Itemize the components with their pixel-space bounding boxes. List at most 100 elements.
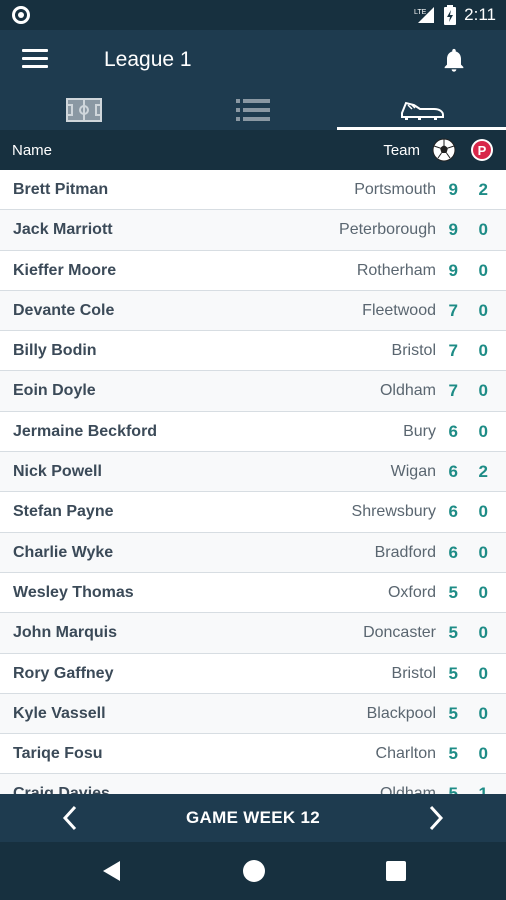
table-header: Name Team P bbox=[0, 130, 506, 170]
player-name: Jermaine Beckford bbox=[13, 422, 158, 440]
team-name: Bradford bbox=[374, 543, 436, 561]
notification-icon bbox=[12, 6, 30, 24]
hamburger-line bbox=[22, 65, 48, 68]
goals-count: 5 bbox=[448, 663, 458, 683]
back-icon[interactable] bbox=[100, 859, 124, 883]
table-row[interactable]: Stefan Payne Shrewsbury 6 0 bbox=[0, 492, 506, 533]
list-icon bbox=[236, 99, 270, 121]
pitch-icon bbox=[66, 98, 103, 122]
team-name: Blackpool bbox=[366, 704, 436, 722]
recent-apps-button[interactable] bbox=[386, 861, 406, 881]
table-row[interactable]: Nick Powell Wigan 6 2 bbox=[0, 452, 506, 493]
goals-count: 6 bbox=[448, 502, 458, 522]
table-row[interactable]: John Marquis Doncaster 5 0 bbox=[0, 613, 506, 654]
football-icon bbox=[432, 138, 456, 162]
team-name: Bristol bbox=[391, 342, 436, 360]
penalties-count: 0 bbox=[478, 260, 488, 280]
penalties-count: 2 bbox=[478, 180, 488, 199]
table-row[interactable]: Jermaine Beckford Bury 6 0 bbox=[0, 411, 506, 453]
player-name: Rory Gaffney bbox=[13, 664, 114, 682]
team-name: Oldham bbox=[379, 785, 436, 794]
tab-fixtures[interactable] bbox=[0, 90, 169, 130]
table-row[interactable]: Wesley Thomas Oxford 5 0 bbox=[0, 572, 506, 614]
goals-count: 5 bbox=[448, 703, 458, 723]
team-name: Shrewsbury bbox=[351, 503, 436, 521]
player-name: Kieffer Moore bbox=[13, 261, 117, 279]
next-week-button[interactable] bbox=[422, 804, 448, 832]
table-row[interactable]: Eoin Doyle Oldham 7 0 bbox=[0, 371, 506, 412]
svg-text:LTE: LTE bbox=[414, 9, 427, 16]
team-name: Portsmouth bbox=[354, 181, 436, 198]
penalties-count: 0 bbox=[478, 381, 488, 401]
penalties-count: 0 bbox=[478, 542, 488, 562]
team-name: Wigan bbox=[390, 463, 436, 481]
bell-icon bbox=[444, 48, 464, 72]
clock: 2:11 bbox=[464, 5, 496, 24]
penalties-count: 0 bbox=[478, 744, 488, 764]
menu-button[interactable] bbox=[22, 49, 48, 71]
battery-icon bbox=[444, 5, 457, 25]
column-name: Name bbox=[12, 142, 53, 159]
goals-count: 9 bbox=[448, 180, 458, 199]
player-name: Tariqe Fosu bbox=[13, 745, 103, 763]
scorers-list[interactable]: Brett Pitman Portsmouth 9 2 Jack Marriott Pet… bbox=[0, 170, 506, 794]
goals-count: 6 bbox=[448, 421, 458, 441]
tab-table[interactable] bbox=[169, 90, 338, 130]
player-name: Brett Pitman bbox=[13, 181, 109, 198]
table-row[interactable]: Jack Marriott Peterborough 9 0 bbox=[0, 210, 506, 251]
goals-count: 7 bbox=[448, 381, 458, 401]
player-name: Craig Davies bbox=[13, 785, 110, 794]
team-name: Oxford bbox=[387, 583, 436, 601]
goals-count: 6 bbox=[448, 542, 458, 562]
chevron-right-icon bbox=[429, 805, 444, 831]
table-row[interactable]: Kieffer Moore Rotherham 9 0 bbox=[0, 250, 506, 291]
tab-top-scorers[interactable] bbox=[337, 90, 506, 130]
status-bar: LTE 2:11 bbox=[0, 0, 506, 30]
game-week-bar: GAME WEEK 12 bbox=[0, 794, 506, 842]
goals-count: 5 bbox=[448, 582, 458, 602]
penalties-count: 0 bbox=[478, 582, 488, 602]
page-title: League 1 bbox=[104, 48, 192, 71]
goals-count: 9 bbox=[448, 260, 458, 280]
table-row[interactable]: Tariqe Fosu Charlton 5 0 bbox=[0, 734, 506, 775]
penalties-count: 0 bbox=[478, 421, 488, 441]
table-row[interactable]: Charlie Wyke Bradford 6 0 bbox=[0, 532, 506, 573]
team-name: Oldham bbox=[379, 382, 436, 400]
goals-count: 9 bbox=[448, 220, 458, 240]
table-row[interactable]: Craig Davies Oldham 5 1 bbox=[0, 774, 506, 794]
hamburger-icon bbox=[22, 49, 48, 52]
app-bar: League 1 bbox=[0, 30, 506, 90]
goals-count: 7 bbox=[448, 341, 458, 361]
table-row[interactable]: Devante Cole Fleetwood 7 0 bbox=[0, 290, 506, 332]
team-name: Rotherham bbox=[356, 261, 436, 279]
team-name: Bristol bbox=[391, 664, 436, 682]
hamburger-line bbox=[22, 57, 48, 60]
player-name: Kyle Vassell bbox=[13, 704, 106, 722]
penalties-count: 0 bbox=[478, 300, 488, 320]
player-name: Jack Marriott bbox=[13, 221, 113, 239]
column-team: Team bbox=[383, 142, 420, 159]
goals-count: 6 bbox=[448, 462, 458, 482]
penalties-count: 0 bbox=[478, 703, 488, 723]
goals-count: 5 bbox=[448, 784, 458, 794]
team-name: Fleetwood bbox=[362, 301, 436, 319]
notifications-button[interactable] bbox=[440, 46, 468, 74]
table-row[interactable]: Kyle Vassell Blackpool 5 0 bbox=[0, 693, 506, 735]
table-row[interactable]: Billy Bodin Bristol 7 0 bbox=[0, 331, 506, 372]
player-name: Eoin Doyle bbox=[13, 382, 96, 400]
player-name: John Marquis bbox=[13, 624, 118, 642]
penalties-count: 0 bbox=[478, 623, 488, 643]
penalties-count: 0 bbox=[478, 502, 488, 522]
penalties-count: 0 bbox=[478, 663, 488, 683]
table-row[interactable]: Brett Pitman Portsmouth 9 2 bbox=[0, 170, 506, 211]
svg-text:P: P bbox=[478, 143, 487, 158]
penalties-count: 1 bbox=[478, 784, 488, 794]
table-row[interactable]: Rory Gaffney Bristol 5 0 bbox=[0, 653, 506, 694]
player-name: Stefan Payne bbox=[13, 503, 114, 521]
signal-icon: LTE bbox=[414, 7, 435, 23]
team-name: Charlton bbox=[375, 745, 436, 763]
home-button[interactable] bbox=[243, 860, 265, 882]
player-name: Billy Bodin bbox=[13, 342, 97, 360]
player-name: Nick Powell bbox=[13, 463, 102, 481]
team-name: Bury bbox=[403, 422, 436, 440]
